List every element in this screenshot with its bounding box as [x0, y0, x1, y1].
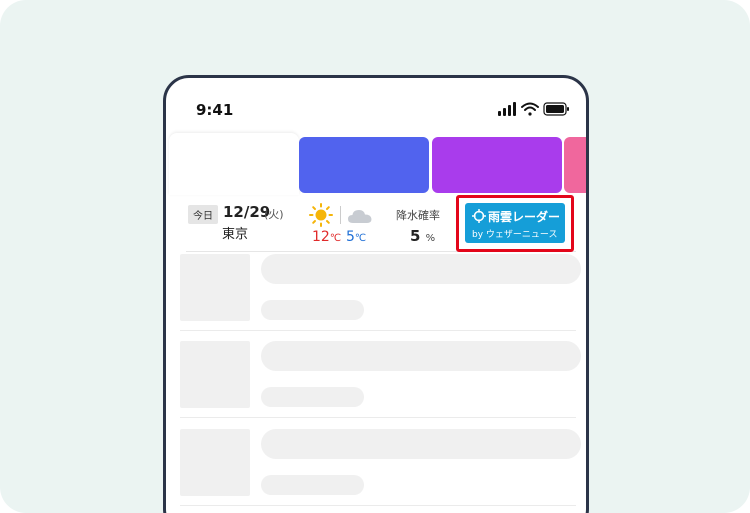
status-bar: 9:41: [166, 78, 586, 132]
tab-blue[interactable]: [299, 137, 429, 193]
status-icons: [498, 101, 570, 117]
list-divider: [180, 330, 576, 331]
weather-divider: [340, 206, 341, 224]
city: 東京: [222, 227, 249, 242]
cloud-icon: [347, 208, 373, 228]
precip-value: 5 %: [410, 227, 436, 245]
signal-icon: [498, 102, 516, 116]
meta-placeholder: [261, 300, 364, 320]
rain-radar-button[interactable]: 雨雲レーダー by ウェザーニュース: [465, 203, 565, 243]
temp-high: 12℃: [312, 229, 342, 245]
crosshair-icon: [471, 208, 487, 227]
list-divider: [180, 417, 576, 418]
today-badge: 今日: [188, 205, 218, 224]
thumbnail-placeholder: [180, 254, 250, 321]
meta-placeholder: [261, 475, 364, 495]
tab-purple[interactable]: [432, 137, 562, 193]
title-placeholder: [261, 429, 581, 459]
thumbnail-placeholder: [180, 341, 250, 408]
temp-low: 5℃: [346, 229, 367, 245]
list-item-placeholder[interactable]: [180, 341, 581, 415]
title-placeholder: [261, 341, 581, 371]
phone-frame: 9:41 今日 12/29 (火) 東京 12℃ 5℃ 降水確率 5 % 雨雲レ…: [163, 75, 589, 513]
category-tabs: [166, 133, 586, 196]
tab-pink[interactable]: [564, 137, 586, 193]
list-divider: [180, 505, 576, 506]
meta-placeholder: [261, 387, 364, 407]
tab-active[interactable]: [169, 133, 299, 195]
list-item-placeholder[interactable]: [180, 429, 581, 503]
radar-title: 雨雲レーダー: [488, 210, 561, 224]
list-item-placeholder[interactable]: [180, 254, 581, 328]
thumbnail-placeholder: [180, 429, 250, 496]
radar-highlight-box: 雨雲レーダー by ウェザーニュース: [456, 195, 574, 252]
background-canvas: 9:41 今日 12/29 (火) 東京 12℃ 5℃ 降水確率 5 % 雨雲レ…: [0, 0, 750, 513]
precip-label: 降水確率: [396, 209, 440, 222]
title-placeholder: [261, 254, 581, 284]
radar-subtitle: by ウェザーニュース: [472, 230, 558, 240]
battery-icon: [543, 102, 569, 116]
sun-icon: [309, 203, 333, 231]
status-time: 9:41: [196, 101, 234, 119]
wifi-icon: [521, 102, 539, 116]
day-of-week: (火): [264, 208, 284, 221]
